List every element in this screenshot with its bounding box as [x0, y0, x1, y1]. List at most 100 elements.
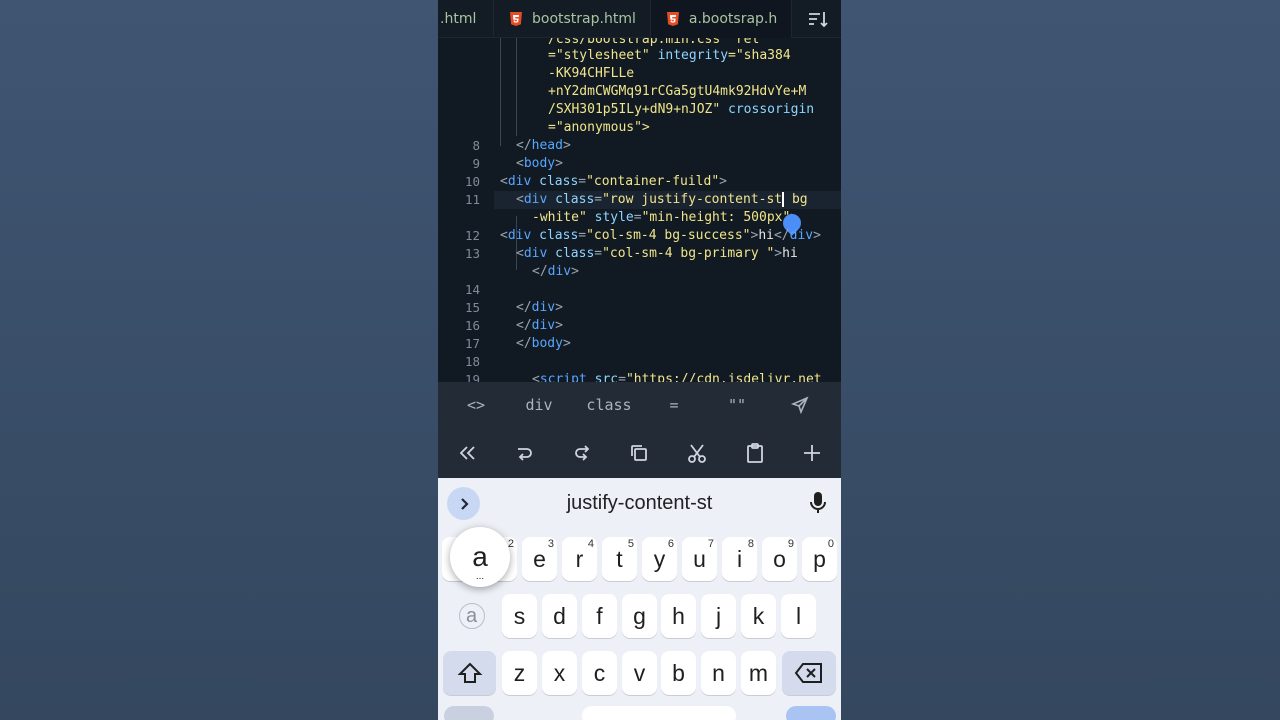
- code-text: ="sha384: [728, 48, 791, 63]
- enter-key[interactable]: [786, 706, 836, 720]
- redo-icon[interactable]: [569, 440, 595, 466]
- key-s[interactable]: s: [502, 594, 537, 638]
- line-number: 14: [464, 282, 480, 297]
- line-number: 8: [472, 138, 480, 153]
- text-caret: [782, 192, 785, 207]
- background-right: [841, 0, 1280, 720]
- key-t[interactable]: t5: [602, 537, 637, 581]
- clipboard-icon[interactable]: [742, 440, 768, 466]
- code-text: script: [539, 372, 587, 382]
- code-text: div: [507, 174, 532, 189]
- code-text: div: [789, 228, 814, 243]
- key-e[interactable]: e3: [522, 537, 557, 581]
- code-text: hi: [758, 228, 774, 243]
- code-text: div: [531, 300, 556, 315]
- code-text: ="anonymous">: [548, 120, 650, 135]
- soft-keyboard: justify-content-st q1 w2 e3 r4 t5 y6 u7 …: [438, 478, 841, 720]
- code-text: "container-fuild": [586, 174, 720, 189]
- editor-toolbar: [438, 428, 841, 478]
- shift-icon[interactable]: [443, 651, 496, 695]
- symbol-key-quotes[interactable]: "": [694, 396, 780, 414]
- symbol-key-equals[interactable]: =: [654, 396, 694, 414]
- code-text: "col-sm-4 bg-success": [586, 228, 751, 243]
- symbol-key-div[interactable]: div: [514, 396, 564, 414]
- key-m[interactable]: m: [741, 651, 776, 695]
- backspace-icon[interactable]: [782, 651, 836, 695]
- html5-icon: [508, 11, 524, 27]
- line-number: 15: [464, 300, 480, 315]
- line-number: 19: [464, 372, 480, 382]
- key-c[interactable]: c: [582, 651, 617, 695]
- undo-icon[interactable]: [511, 440, 537, 466]
- code-text: bg: [791, 192, 808, 207]
- key-l[interactable]: l: [781, 594, 816, 638]
- double-chevron-left-icon[interactable]: [454, 440, 480, 466]
- sort-icon[interactable]: [807, 8, 829, 30]
- tab-a-bootsrap[interactable]: a.bootsrap.h: [650, 0, 793, 38]
- code-text: head: [531, 138, 563, 153]
- code-text: body: [531, 336, 563, 351]
- send-icon[interactable]: [780, 396, 820, 414]
- copy-icon[interactable]: [626, 440, 652, 466]
- key-r[interactable]: r4: [562, 537, 597, 581]
- key-v[interactable]: v: [622, 651, 657, 695]
- line-number: 16: [464, 318, 480, 333]
- suggestion-text[interactable]: justify-content-st: [567, 492, 713, 515]
- code-text: div: [547, 264, 572, 279]
- keyboard-row-3: z x c v b n m: [438, 651, 841, 697]
- key-h[interactable]: h: [661, 594, 696, 638]
- key-x[interactable]: x: [542, 651, 577, 695]
- code-text: class: [555, 246, 595, 261]
- code-text: "col-sm-4 bg-primary ": [602, 246, 775, 261]
- tab-label: .html: [440, 10, 477, 27]
- key-a-dimmed[interactable]: a: [454, 594, 489, 638]
- code-text: "https://cdn.jsdelivr.net: [625, 372, 822, 382]
- key-k[interactable]: k: [741, 594, 776, 638]
- key-y[interactable]: y6: [642, 537, 677, 581]
- key-z[interactable]: z: [502, 651, 537, 695]
- tab-html[interactable]: .html: [438, 0, 494, 38]
- chevron-right-icon[interactable]: [447, 487, 480, 520]
- spacebar[interactable]: [582, 706, 736, 720]
- code-text: /SXH301p5ILy+dN9+nJOZ": [548, 102, 721, 117]
- keyboard-bottom-key[interactable]: [444, 706, 494, 720]
- key-i[interactable]: i8: [722, 537, 757, 581]
- code-text: crossorigin: [728, 102, 815, 117]
- key-o[interactable]: o9: [762, 537, 797, 581]
- code-text: -KK94CHFLLe: [548, 66, 635, 81]
- key-d[interactable]: d: [542, 594, 577, 638]
- key-press-popup: a ...: [450, 527, 510, 587]
- key-g[interactable]: g: [622, 594, 657, 638]
- plus-icon[interactable]: [799, 440, 825, 466]
- key-j[interactable]: j: [701, 594, 736, 638]
- code-editor[interactable]: /css/bootstrap.min.css" rel ="stylesheet…: [438, 38, 841, 382]
- symbol-bar: <> div class = "": [438, 382, 841, 428]
- key-b[interactable]: b: [661, 651, 696, 695]
- code-text: class: [539, 228, 579, 243]
- code-text: div: [523, 246, 548, 261]
- line-number: 13: [464, 246, 480, 261]
- code-text: div: [523, 192, 548, 207]
- symbol-key-class[interactable]: class: [564, 396, 654, 414]
- code-text: ="stylesheet": [548, 48, 650, 63]
- code-text: style: [594, 210, 634, 225]
- key-u[interactable]: u7: [682, 537, 717, 581]
- line-number: 17: [464, 336, 480, 351]
- code-text: div: [531, 318, 556, 333]
- code-text: class: [539, 174, 579, 189]
- code-text: hi: [782, 246, 798, 261]
- key-p[interactable]: p0: [802, 537, 837, 581]
- code-text: -white": [532, 210, 587, 225]
- key-n[interactable]: n: [701, 651, 736, 695]
- line-number: 12: [464, 228, 480, 243]
- code-text: "min-height: 500px": [641, 210, 791, 225]
- code-text: "row justify-content-st: [602, 192, 783, 207]
- tab-bootstrap[interactable]: bootstrap.html: [494, 0, 651, 38]
- microphone-icon[interactable]: [809, 491, 827, 515]
- symbol-key-tag[interactable]: <>: [438, 396, 514, 414]
- line-number: 9: [472, 156, 480, 171]
- code-text: body: [523, 156, 556, 171]
- tab-label: bootstrap.html: [532, 10, 636, 27]
- key-f[interactable]: f: [582, 594, 617, 638]
- cut-icon[interactable]: [684, 440, 710, 466]
